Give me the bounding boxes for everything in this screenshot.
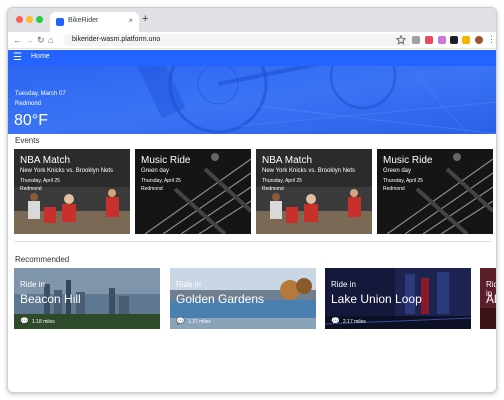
event-card-nba-2[interactable]: NBA Match New York Knicks vs. Brooklyn N… [256, 149, 372, 234]
ride-distance: 1.37 miles [188, 319, 211, 325]
back-icon[interactable]: ← [13, 34, 22, 46]
ride-distance: 1.18 miles [32, 319, 55, 325]
ride-name: Lake Union Loop [331, 292, 422, 306]
event-date: Thursday, April 25 [20, 178, 60, 184]
ride-card-lake-union-loop[interactable]: Ride in Lake Union Loop 💬 2.17 miles [325, 268, 471, 329]
chat-bubble-icon: 💬 [176, 318, 185, 325]
ride-prefix: Ride in [176, 280, 201, 289]
browser-window: BikeRider × + ← → ↻ ⌂ bikerider-wasm.pla… [7, 7, 497, 393]
tab-title: BikeRider [68, 17, 99, 24]
recommended-heading: Recommended [15, 255, 70, 264]
extension-icon[interactable] [438, 36, 446, 44]
app-bar: ☰ Home [8, 50, 496, 66]
ride-prefix: Ride in [331, 280, 356, 289]
browser-tab[interactable]: BikeRider × [50, 12, 139, 32]
hero-temperature: 80°F [14, 112, 48, 129]
home-icon[interactable]: ⌂ [48, 34, 53, 46]
extension-icon[interactable] [412, 36, 420, 44]
minimize-window-button[interactable] [26, 16, 33, 23]
more-menu-icon[interactable]: ⋮ [487, 33, 496, 45]
ride-distance: 2.17 miles [343, 319, 366, 325]
browser-toolbar: ← → ↻ ⌂ bikerider-wasm.platform.uno ⋮ [8, 32, 496, 49]
chat-bubble-icon: 💬 [20, 318, 29, 325]
maximize-window-button[interactable] [36, 16, 43, 23]
event-location: Redmond [262, 186, 284, 192]
event-title: NBA Match [20, 155, 71, 166]
event-location: Redmond [383, 186, 405, 192]
hero-city: Redmond [15, 101, 42, 107]
event-title: Music Ride [383, 155, 433, 166]
event-title: Music Ride [141, 155, 191, 166]
hero-date: Tuesday, March 07 [15, 91, 66, 97]
events-heading: Events [15, 136, 40, 145]
event-card-music-2[interactable]: Music Ride Green day Thursday, April 25 … [377, 149, 493, 234]
ride-name: Golden Gardens [176, 292, 265, 306]
event-subtitle: Green day [141, 168, 170, 174]
url-text: bikerider-wasm.platform.uno [72, 36, 161, 43]
event-card-nba-1[interactable]: NBA Match New York Knicks vs. Brooklyn N… [14, 149, 130, 234]
bikerider-favicon-icon [56, 18, 64, 26]
event-subtitle: New York Knicks vs. Brooklyn Nets [20, 168, 114, 174]
ride-name: Beacon Hill [20, 292, 81, 306]
event-location: Redmond [20, 186, 42, 192]
hamburger-menu-icon[interactable]: ☰ [13, 53, 22, 63]
reload-icon[interactable]: ↻ [37, 34, 45, 46]
address-bar[interactable]: bikerider-wasm.platform.uno [63, 34, 413, 46]
ride-card-partial[interactable]: Ride in Al [480, 268, 497, 329]
extension-icon[interactable] [425, 36, 433, 44]
ride-card-beacon-hill[interactable]: Ride in Beacon Hill 💬 1.18 miles [14, 268, 160, 329]
tab-close-icon[interactable]: × [128, 16, 133, 25]
extension-icon[interactable] [462, 36, 470, 44]
event-card-music-1[interactable]: Music Ride Green day Thursday, April 25 … [135, 149, 251, 234]
event-title: NBA Match [262, 155, 313, 166]
event-date: Thursday, April 25 [141, 178, 181, 184]
profile-avatar[interactable] [475, 36, 483, 44]
ride-card-golden-gardens[interactable]: Ride in Golden Gardens 💬 1.37 miles [170, 268, 316, 329]
bookmark-star-icon[interactable] [396, 35, 406, 45]
new-tab-button[interactable]: + [142, 14, 148, 25]
extension-icon[interactable] [450, 36, 458, 44]
cyclist-background-image [8, 66, 496, 134]
close-window-button[interactable] [16, 16, 23, 23]
event-subtitle: New York Knicks vs. Brooklyn Nets [262, 168, 356, 174]
chat-bubble-icon: 💬 [331, 318, 340, 325]
weather-hero: Tuesday, March 07 Redmond 80°F [8, 66, 496, 134]
event-location: Redmond [141, 186, 163, 192]
ride-name: Al [486, 292, 497, 306]
event-subtitle: Green day [383, 168, 412, 174]
forward-icon[interactable]: → [25, 34, 34, 46]
app-bar-title: Home [31, 53, 50, 60]
event-date: Thursday, April 25 [262, 178, 302, 184]
ride-prefix: Ride in [20, 280, 45, 289]
event-date: Thursday, April 25 [383, 178, 423, 184]
tab-strip: BikeRider × + [8, 8, 496, 32]
section-divider [14, 241, 492, 242]
